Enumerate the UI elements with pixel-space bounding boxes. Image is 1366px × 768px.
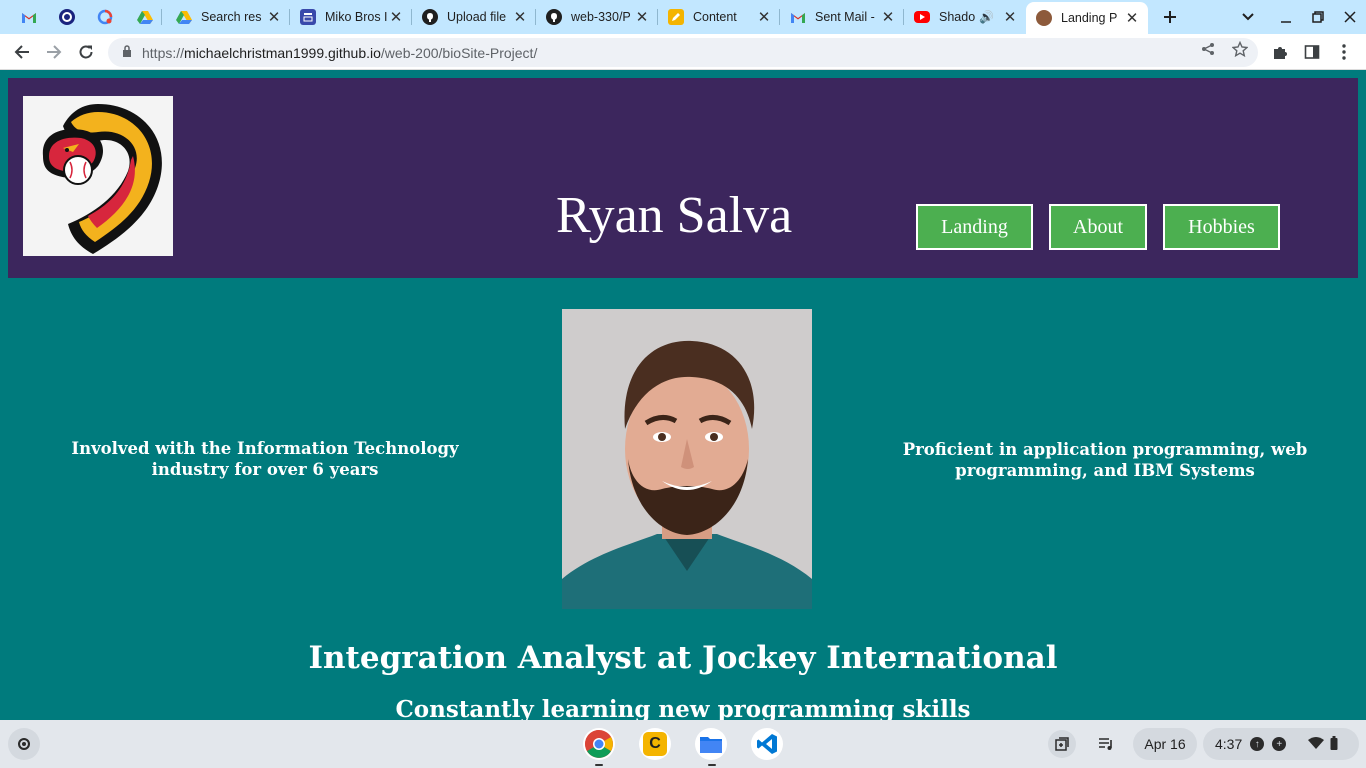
running-indicator — [708, 764, 716, 766]
tab-title: web-330/P — [571, 10, 631, 24]
back-button[interactable] — [8, 38, 36, 66]
os-shelf: C Apr 16 4:37 ↑ + — [0, 720, 1366, 768]
close-icon[interactable]: ✕ — [756, 8, 772, 26]
browser-toolbar: https://michaelchristman1999.github.io/w… — [0, 34, 1366, 70]
job-title-heading: Integration Analyst at Jockey Internatio… — [308, 640, 1058, 676]
close-icon[interactable]: ✕ — [512, 8, 528, 26]
running-indicator — [595, 764, 603, 766]
media-controls-icon[interactable] — [1092, 730, 1120, 758]
tab-sent-mail[interactable]: Sent Mail - ✕ — [780, 0, 904, 34]
site-header: Ryan Salva Landing About Hobbies — [8, 78, 1358, 278]
side-panel-icon[interactable] — [1298, 38, 1326, 66]
circle-app-icon — [59, 9, 75, 25]
tab-google-drive-pinned[interactable] — [128, 0, 162, 34]
url-scheme: https:// — [142, 44, 185, 61]
c-app-icon[interactable]: C — [639, 728, 671, 760]
tab-title: Search res — [201, 10, 262, 24]
tab-miko-bros[interactable]: Miko Bros I ✕ — [290, 0, 412, 34]
web-page: Ryan Salva Landing About Hobbies Involve… — [0, 70, 1366, 720]
battery-icon — [1330, 735, 1338, 753]
restore-window-button[interactable] — [1306, 5, 1330, 29]
experience-text: Involved with the Information Technology… — [71, 439, 459, 479]
chrome-icon[interactable] — [583, 728, 615, 760]
close-icon[interactable]: ✕ — [1124, 9, 1140, 27]
tab-circle-app-pinned[interactable] — [52, 0, 82, 34]
nav-hobbies-button[interactable]: Hobbies — [1163, 204, 1280, 250]
tab-title: Shado — [939, 10, 976, 24]
pencil-icon — [668, 9, 684, 25]
bookmark-star-icon[interactable] — [1229, 38, 1251, 60]
portrait-image-icon — [562, 309, 812, 609]
close-icon[interactable]: ✕ — [1002, 8, 1018, 26]
extensions-puzzle-icon[interactable] — [1266, 38, 1294, 66]
tab-upload-file[interactable]: Upload file ✕ — [412, 0, 536, 34]
tab-title: Sent Mail - — [815, 10, 875, 24]
tab-search-results[interactable]: Search res ✕ — [166, 0, 290, 34]
files-icon[interactable] — [695, 728, 727, 760]
cookie-icon — [1036, 10, 1052, 26]
snake-logo-icon — [42, 104, 162, 254]
launcher-icon — [18, 738, 30, 750]
vscode-icon[interactable] — [751, 728, 783, 760]
gmail-icon — [790, 9, 806, 25]
skills-text: Proficient in application programming, w… — [902, 440, 1308, 480]
tab-search-chevron-icon[interactable] — [1236, 5, 1260, 29]
tab-content[interactable]: Content ✕ — [658, 0, 780, 34]
tab-title: Upload file — [447, 10, 507, 24]
upload-arrow-icon: ↑ — [1250, 737, 1265, 751]
speaker-icon[interactable]: 🔊 — [979, 10, 994, 24]
new-tab-button[interactable] — [1158, 5, 1182, 29]
nav-landing-button[interactable]: Landing — [916, 204, 1033, 250]
status-tray[interactable]: 4:37 ↑ + — [1203, 728, 1359, 760]
add-circle-icon: + — [1272, 737, 1287, 751]
github-icon — [422, 9, 438, 25]
gmail-icon — [21, 9, 37, 25]
close-icon[interactable]: ✕ — [880, 8, 896, 26]
launcher-button[interactable] — [8, 728, 40, 760]
google-drive-icon — [137, 9, 153, 25]
site-title: Ryan Salva — [556, 187, 793, 244]
url-host: michaelchristman1999.github.io — [184, 44, 381, 61]
close-window-button[interactable] — [1338, 5, 1362, 29]
tab-title: Landing P — [1061, 11, 1118, 25]
tab-title: Miko Bros I — [325, 10, 388, 24]
reload-button[interactable] — [72, 38, 100, 66]
lock-icon[interactable] — [122, 45, 132, 60]
share-icon[interactable] — [1197, 38, 1219, 60]
tab-gmail-pinned[interactable] — [14, 0, 44, 34]
github-icon — [546, 9, 562, 25]
tab-shadow-youtube[interactable]: Shado 🔊 ✕ — [904, 0, 1026, 34]
url-path: /web-200/bioSite-Project/ — [380, 44, 538, 61]
google-drive-icon — [176, 9, 192, 25]
holding-space-icon[interactable] — [1048, 730, 1076, 758]
google-lens-icon — [97, 9, 113, 25]
address-bar[interactable]: https://michaelchristman1999.github.io/w… — [108, 38, 1258, 67]
minimize-window-button[interactable] — [1274, 5, 1298, 29]
forms-icon — [300, 9, 316, 25]
browser-menu-kebab-icon[interactable] — [1330, 38, 1358, 66]
date-tray[interactable]: Apr 16 — [1133, 728, 1197, 760]
wifi-icon — [1308, 736, 1325, 752]
close-icon[interactable]: ✕ — [388, 8, 404, 26]
team-logo — [23, 96, 173, 256]
browser-tab-strip: Search res ✕ Miko Bros I ✕ Upload file ✕… — [0, 0, 1366, 34]
tab-google-lens-pinned[interactable] — [90, 0, 120, 34]
nav-about-button[interactable]: About — [1049, 204, 1147, 250]
youtube-icon — [914, 11, 930, 23]
tab-web-330[interactable]: web-330/P ✕ — [536, 0, 658, 34]
tab-landing-page[interactable]: Landing P ✕ — [1026, 2, 1148, 34]
close-icon[interactable]: ✕ — [634, 8, 650, 26]
learning-subheading: Constantly learning new programming skil… — [395, 696, 971, 720]
tab-title: Content — [693, 10, 737, 24]
clock-time: 4:37 — [1215, 736, 1243, 752]
close-icon[interactable]: ✕ — [266, 8, 282, 26]
forward-button[interactable] — [40, 38, 68, 66]
profile-photo — [562, 309, 812, 609]
